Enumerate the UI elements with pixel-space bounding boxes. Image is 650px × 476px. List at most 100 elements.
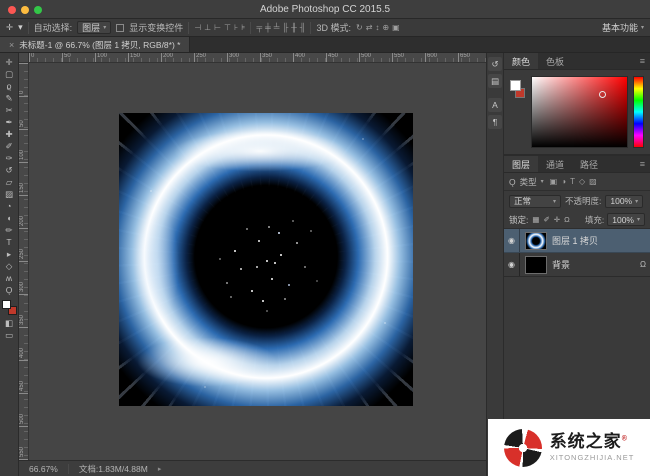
blur-tool[interactable]: ◔	[0, 200, 19, 212]
type-tool[interactable]: T	[0, 236, 19, 248]
gradient-tool[interactable]: ▨	[0, 188, 19, 200]
visibility-eye-icon[interactable]: ◉	[504, 229, 520, 252]
distribute-left-icon[interactable]: ╟	[282, 23, 288, 32]
pen-tool[interactable]: ✏	[0, 224, 19, 236]
document-size: 文档:1.83M/4.88M	[79, 463, 148, 475]
lock-transparent-icon[interactable]: ▦	[532, 215, 539, 224]
filter-shape-layers-icon[interactable]: ◇	[579, 177, 585, 186]
properties-panel-icon[interactable]: ▤	[488, 74, 502, 88]
layer-filter-row: Ǫ 类型 ▾ ▣◑T◇▨	[504, 173, 650, 191]
distribute-right-icon[interactable]: ╢	[300, 23, 306, 32]
show-transform-label: 显示变换控件	[129, 21, 183, 34]
distribute-center-h-icon[interactable]: ╫	[291, 23, 297, 32]
panel-menu-icon[interactable]: ≡	[635, 156, 650, 172]
screen-mode-icon[interactable]: ▭	[0, 329, 19, 341]
saturation-brightness-field[interactable]	[531, 76, 628, 148]
filter-adjustment-layers-icon[interactable]: ◑	[561, 177, 566, 186]
lock-position-icon[interactable]: ✛	[554, 215, 560, 224]
opacity-dropdown[interactable]: 100% ▾	[605, 195, 643, 208]
visibility-eye-icon[interactable]: ◉	[504, 253, 520, 276]
hand-tool[interactable]: ʍ	[0, 272, 19, 284]
canvas[interactable]	[119, 113, 413, 406]
character-panel-icon[interactable]: A	[488, 98, 502, 112]
layer-row-layer1-copy[interactable]: ◉ 图层 1 拷贝	[504, 229, 650, 253]
tab-paths[interactable]: 路径	[572, 156, 606, 172]
layer-name[interactable]: 图层 1 拷贝	[552, 234, 598, 247]
tab-color[interactable]: 颜色	[504, 53, 538, 69]
distribute-bottom-icon[interactable]: ╧	[274, 23, 280, 32]
hue-slider[interactable]	[633, 76, 644, 148]
lock-all-icon[interactable]: Ω	[564, 215, 570, 224]
3d-roll-icon[interactable]: ⇄	[366, 23, 373, 32]
align-right-icon[interactable]: ⊢	[214, 23, 221, 32]
align-center-h-icon[interactable]: ⊥	[204, 23, 211, 32]
paragraph-panel-icon[interactable]: ¶	[488, 115, 502, 129]
align-bottom-icon[interactable]: ⊧	[241, 23, 245, 32]
align-top-icon[interactable]: ⊤	[224, 23, 231, 32]
close-window-button[interactable]	[8, 6, 16, 14]
crop-tool[interactable]: ✂	[0, 104, 19, 116]
pasteboard[interactable]	[29, 63, 486, 460]
tab-swatches[interactable]: 色板	[538, 53, 572, 69]
auto-select-dropdown[interactable]: 图层 ▾	[77, 21, 111, 34]
tab-channels[interactable]: 通道	[538, 156, 572, 172]
filter-type-layers-icon[interactable]: T	[570, 177, 575, 186]
zoom-tool[interactable]: Ǫ	[0, 284, 19, 296]
spot-healing-tool[interactable]: ✚	[0, 128, 19, 140]
eraser-tool[interactable]: ▱	[0, 176, 19, 188]
tab-close-icon[interactable]: ×	[9, 40, 14, 50]
panel-foreground-color-swatch[interactable]	[510, 80, 521, 91]
rectangular-marquee-tool[interactable]: ▢	[0, 68, 19, 80]
zoom-window-button[interactable]	[34, 6, 42, 14]
align-center-v-icon[interactable]: ⊦	[234, 23, 238, 32]
layer-row-background[interactable]: ◉ 背景 Ω	[504, 253, 650, 277]
fill-dropdown[interactable]: 100% ▾	[607, 213, 645, 226]
move-tool[interactable]: ✛	[0, 56, 19, 68]
chevron-down-icon[interactable]: ▾	[541, 178, 544, 185]
eyedropper-tool[interactable]: ✒	[0, 116, 19, 128]
3d-slide-icon[interactable]: ⊕	[382, 23, 389, 32]
tool-preset-icon[interactable]: ✛	[6, 22, 13, 33]
quick-mask-icon[interactable]: ◧	[0, 317, 19, 329]
color-swatches[interactable]	[2, 300, 17, 315]
quick-selection-tool[interactable]: ✎	[0, 92, 19, 104]
vertical-ruler[interactable]: 050100150200250300350400450500550	[19, 63, 29, 460]
dodge-tool[interactable]: ◖	[0, 212, 19, 224]
distribute-center-v-icon[interactable]: ╪	[265, 23, 271, 32]
lock-pixels-icon[interactable]: ✐	[543, 215, 549, 224]
layer-thumbnail[interactable]	[525, 256, 547, 274]
workspace-switcher[interactable]: 基本功能 ▾	[602, 21, 644, 34]
status-chevron-icon[interactable]: ▸	[158, 465, 162, 473]
zoom-level[interactable]: 66.67%	[29, 464, 58, 474]
color-cursor[interactable]	[599, 91, 606, 98]
blend-mode-dropdown[interactable]: 正常 ▾	[509, 195, 561, 208]
minimize-window-button[interactable]	[21, 6, 29, 14]
document-tab[interactable]: × 未标题-1 @ 66.7% (图层 1 拷贝, RGB/8*) *	[0, 37, 190, 52]
shape-tool[interactable]: ◇	[0, 260, 19, 272]
3d-scale-icon[interactable]: ▣	[392, 23, 400, 32]
tab-layers[interactable]: 图层	[504, 156, 538, 172]
filter-type-label[interactable]: 类型	[520, 176, 537, 188]
history-panel-icon[interactable]: ↺	[488, 57, 502, 71]
history-brush-tool[interactable]: ↺	[0, 164, 19, 176]
clone-stamp-tool[interactable]: ✑	[0, 152, 19, 164]
separator	[28, 22, 29, 34]
foreground-color-swatch[interactable]	[2, 300, 11, 309]
filter-pixel-layers-icon[interactable]: ▣	[550, 177, 558, 186]
filter-smart-objects-icon[interactable]: ▨	[589, 177, 597, 186]
align-left-icon[interactable]: ⊣	[194, 23, 201, 32]
brush-tool[interactable]: ✐	[0, 140, 19, 152]
layer-thumbnail[interactable]	[525, 232, 547, 250]
layer-name[interactable]: 背景	[552, 258, 570, 271]
path-selection-tool[interactable]: ▸	[0, 248, 19, 260]
3d-drag-icon[interactable]: ↕	[375, 23, 379, 32]
distribute-top-icon[interactable]: ╤	[256, 23, 262, 32]
lasso-tool[interactable]: ϱ	[0, 80, 19, 92]
panel-menu-icon[interactable]: ≡	[635, 53, 650, 69]
horizontal-ruler[interactable]: 050100150200250300350400450500550600650	[29, 53, 486, 63]
3d-rotate-icon[interactable]: ↻	[356, 23, 363, 32]
vertical-ruler-numbers: 050100150200250300350400450500550	[19, 63, 25, 459]
show-transform-checkbox[interactable]	[116, 24, 124, 32]
watermark-text: 系统之家® XITONGZHIJIA.NET	[550, 433, 635, 463]
tool-preset-chevron-icon[interactable]: ▾	[18, 21, 23, 34]
